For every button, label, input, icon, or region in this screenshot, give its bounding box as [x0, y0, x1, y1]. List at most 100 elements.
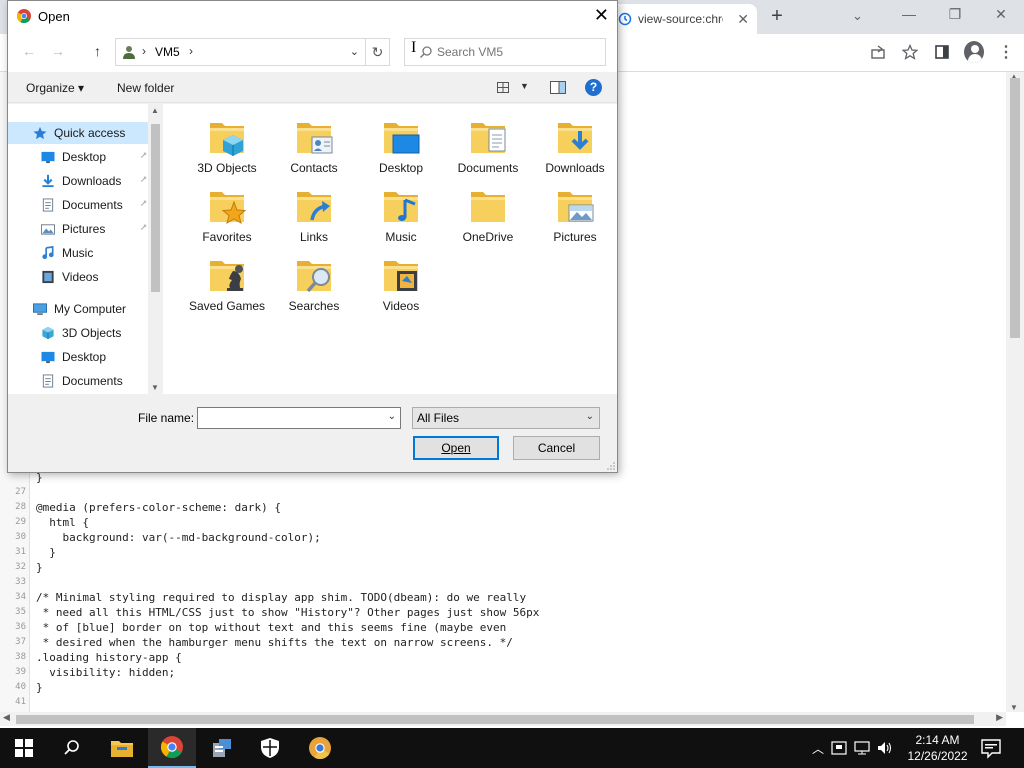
open-button[interactable]: Open	[413, 436, 499, 460]
nav-item-desktop[interactable]: Desktop	[8, 346, 148, 368]
horizontal-scrollbar[interactable]: ◀ ▶	[0, 712, 1006, 726]
search-input[interactable]	[437, 43, 597, 61]
scroll-up-arrow-icon[interactable]: ▲	[151, 106, 159, 115]
scroll-down-arrow-icon[interactable]: ▼	[1010, 703, 1018, 712]
view-options-icon[interactable]	[497, 82, 509, 93]
search-box[interactable]	[404, 38, 606, 66]
line-text[interactable]: * need all this HTML/CSS just to show "H…	[36, 605, 540, 620]
line-text[interactable]: .loading history-app {	[36, 650, 182, 665]
folder-links[interactable]: Links	[273, 176, 355, 246]
view-dropdown-icon[interactable]: ▼	[520, 81, 529, 91]
line-text[interactable]: visibility: hidden;	[36, 665, 175, 680]
tray-overflow-chevron-icon[interactable]: ︿	[812, 740, 824, 757]
share-icon[interactable]	[868, 42, 888, 62]
scroll-down-arrow-icon[interactable]: ▼	[151, 383, 159, 392]
close-window-button[interactable]: ✕	[978, 0, 1024, 30]
resize-grip-icon[interactable]	[607, 462, 615, 470]
chrome-taskbar-button[interactable]	[148, 728, 196, 768]
file-name-field[interactable]: ⌄	[197, 407, 401, 429]
tab-close-icon[interactable]: ✕	[737, 11, 749, 28]
help-icon[interactable]: ?	[585, 79, 602, 96]
line-text[interactable]: html {	[36, 515, 89, 530]
action-center-flag-icon[interactable]	[831, 741, 847, 755]
cancel-button[interactable]: Cancel	[513, 436, 600, 460]
line-text[interactable]: @media (prefers-color-scheme: dark) {	[36, 500, 281, 515]
nav-item-documents[interactable]: Documents ⊸	[8, 194, 150, 216]
line-text[interactable]: /* Minimal styling required to display a…	[36, 590, 526, 605]
profile-avatar[interactable]	[964, 41, 984, 63]
folder-onedrive[interactable]: OneDrive	[447, 176, 529, 246]
bookmark-star-icon[interactable]	[900, 42, 920, 62]
desktop-icon	[41, 351, 55, 364]
hscroll-thumb[interactable]	[16, 715, 974, 724]
side-panel-icon[interactable]	[932, 42, 952, 62]
folder-videos[interactable]: Videos	[360, 245, 442, 315]
chrome-canary-taskbar-button[interactable]	[296, 728, 344, 768]
back-arrow-icon[interactable]: ←	[22, 43, 36, 59]
folder-saved-games[interactable]: Saved Games	[186, 245, 268, 315]
folder-favorites[interactable]: Favorites	[186, 176, 268, 246]
folder-pictures[interactable]: Pictures	[534, 176, 616, 246]
network-icon[interactable]	[854, 741, 870, 755]
system-clock[interactable]: 2:14 AM 12/26/2022	[900, 732, 975, 764]
line-text[interactable]: }	[36, 560, 43, 575]
tab-search-icon[interactable]: ⌄	[852, 8, 872, 24]
start-button[interactable]	[0, 728, 48, 768]
line-text[interactable]: }	[36, 545, 56, 560]
folder-document-icon	[471, 123, 506, 153]
line-text[interactable]: * desired when the hamburger menu shifts…	[36, 635, 513, 650]
search-taskbar-button[interactable]	[48, 728, 96, 768]
nav-item-pictures[interactable]: Pictures ⊸	[8, 218, 150, 240]
kebab-menu-icon[interactable]: ⋮	[996, 42, 1016, 62]
file-name-dropdown-icon[interactable]: ⌄	[388, 411, 396, 422]
nav-item-3d-objects[interactable]: 3D Objects	[8, 322, 148, 344]
preview-pane-icon[interactable]	[550, 81, 566, 94]
folder-desktop[interactable]: Desktop	[360, 107, 442, 177]
file-type-dropdown-icon[interactable]: ⌄	[586, 411, 594, 422]
nav-item-my-computer[interactable]: My Computer	[8, 298, 148, 320]
address-dropdown-icon[interactable]: ⌄	[350, 45, 359, 58]
organize-menu[interactable]: Organize ▾	[26, 81, 84, 95]
address-bar[interactable]: › VM5 › ⌄	[115, 38, 366, 66]
nav-item-downloads[interactable]: Downloads ⊸	[8, 170, 150, 192]
breadcrumb-vm5[interactable]: VM5	[155, 45, 180, 59]
forward-arrow-icon[interactable]: →	[51, 43, 65, 59]
new-tab-button[interactable]: +	[766, 6, 788, 28]
minimize-button[interactable]: —	[886, 0, 932, 30]
folder-documents[interactable]: Documents	[447, 107, 529, 177]
folder-3d-objects[interactable]: 3D Objects	[186, 107, 268, 177]
scroll-left-arrow-icon[interactable]: ◀	[3, 712, 10, 723]
up-arrow-icon[interactable]: ↑	[94, 43, 101, 59]
volume-icon[interactable]	[877, 741, 893, 755]
nav-item-quick-access[interactable]: Quick access	[8, 122, 148, 144]
refresh-button[interactable]: ↻	[366, 38, 390, 66]
folder-searches[interactable]: Searches	[273, 245, 355, 315]
nav-pane-scrollbar[interactable]: ▲ ▼	[148, 104, 163, 394]
vertical-scrollbar[interactable]: ▲ ▼	[1006, 72, 1024, 712]
folder-downloads[interactable]: Downloads	[534, 107, 616, 177]
breadcrumb-separator[interactable]: ›	[189, 44, 193, 58]
notifications-icon[interactable]	[980, 737, 1002, 759]
line-text[interactable]: background: var(--md-background-color);	[36, 530, 320, 545]
new-folder-button[interactable]: New folder	[117, 81, 174, 95]
tab-view-source[interactable]: view-source:chrome ✕	[612, 4, 757, 34]
restore-button[interactable]: ❐	[932, 0, 978, 30]
nav-item-documents[interactable]: Documents	[8, 370, 148, 392]
nav-item-videos[interactable]: Videos	[8, 266, 148, 288]
breadcrumb-separator[interactable]: ›	[142, 44, 146, 58]
dialog-close-button[interactable]: ✕	[594, 5, 609, 26]
nav-scroll-thumb[interactable]	[151, 124, 160, 292]
window-controls: — ❐ ✕	[886, 0, 1024, 30]
nav-item-desktop[interactable]: Desktop ⊸	[8, 146, 150, 168]
nav-item-music[interactable]: Music	[8, 242, 148, 264]
line-text[interactable]: }	[36, 680, 43, 695]
scroll-right-arrow-icon[interactable]: ▶	[996, 712, 1003, 723]
server-manager-taskbar-button[interactable]	[198, 728, 246, 768]
line-text[interactable]: * of [blue] border on top without text a…	[36, 620, 507, 635]
file-explorer-taskbar-button[interactable]	[98, 728, 146, 768]
security-taskbar-button[interactable]	[246, 728, 294, 768]
folder-contacts[interactable]: Contacts	[273, 107, 355, 177]
scroll-thumb[interactable]	[1010, 78, 1020, 338]
folder-music[interactable]: Music	[360, 176, 442, 246]
file-type-select[interactable]: All Files ⌄	[412, 407, 600, 429]
